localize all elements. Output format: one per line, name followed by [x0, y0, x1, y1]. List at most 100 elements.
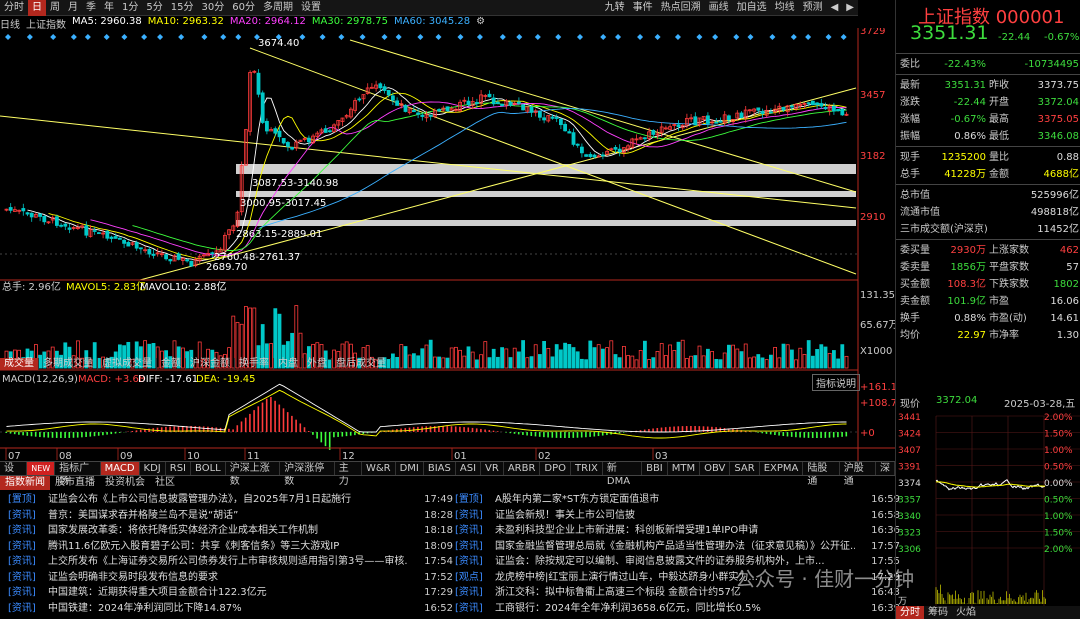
indicator-tab[interactable]: NEW — [27, 462, 56, 475]
subtab-inner[interactable]: 内盘 — [274, 358, 303, 370]
news-item[interactable]: [资讯] 国家金融监督管理总局就《金融机构产品适当性管理办法（征求意见稿）》公开征… — [455, 539, 900, 554]
candle-body — [718, 120, 723, 123]
news-item[interactable]: [资讯] 腾讯11.6亿欧元入股育碧子公司：共享《刺客信条》等三大游戏IP 18:0… — [8, 539, 453, 554]
tab-live[interactable]: 股市直播 — [50, 476, 100, 490]
mini-tab-chips[interactable]: 筹码 — [924, 606, 952, 619]
indicator-tab[interactable]: TRIX — [571, 462, 603, 475]
indicator-tab[interactable]: MACD — [100, 462, 140, 475]
news-title[interactable]: 国家金融监督管理总局就《金融机构产品适当性管理办法（征求意见稿）》公开征... — [495, 539, 855, 554]
forecast-button[interactable]: 预测 — [799, 0, 827, 16]
nine-turn-button[interactable]: 九转 — [601, 0, 629, 16]
news-title[interactable]: 腾讯11.6亿欧元入股育碧子公司：共享《刺客信条》等三大游戏IP — [48, 539, 408, 554]
events-button[interactable]: 事件 — [629, 0, 657, 16]
news-title[interactable]: 工商银行：2024年全年净利润3658.6亿元，同比增长0.5% — [495, 601, 855, 616]
news-item[interactable]: [资讯] 未盈利科技型企业上市新进展：科创板新增受理1单IPO申请 16:36 — [455, 523, 900, 538]
mini-tab-flame[interactable]: 火焰 — [952, 606, 980, 619]
subtab-virtual-volume[interactable]: 虚拟成交量 — [98, 358, 157, 370]
candle-body — [382, 86, 387, 91]
indicator-tab[interactable]: W&R — [362, 462, 396, 475]
indicator-tab[interactable]: BOLL — [191, 462, 226, 475]
subtab-multi-volume[interactable]: 多期成交量 — [39, 358, 98, 370]
indicator-tab[interactable]: RSI — [166, 462, 192, 475]
news-title[interactable]: 普京：美国谋求吞并格陵兰岛不是说“胡话” — [48, 508, 408, 523]
tab-yearly[interactable]: 年 — [100, 0, 118, 16]
indicator-tab[interactable]: DPO — [540, 462, 572, 475]
tab-opportunities[interactable]: 投资机会 — [100, 476, 150, 490]
news-title[interactable]: 证监会新规！事关上市公司信披 — [495, 508, 855, 523]
indicator-tab[interactable]: MTM — [668, 462, 701, 475]
add-watchlist-button[interactable]: 加自选 — [733, 0, 771, 16]
indicator-tab[interactable]: ASI — [456, 462, 482, 475]
indicator-tab[interactable]: KDJ — [140, 462, 166, 475]
ma-settings-icon[interactable]: ⚙ — [476, 16, 485, 28]
indicator-tab[interactable]: 陆股通 — [803, 462, 840, 487]
indicator-tab[interactable]: BIAS — [424, 462, 456, 475]
intraday-mini-chart[interactable]: 3441 2.00% 3424 1.50% 3407 1.00% 3391 0.50% 3374… — [896, 408, 1080, 606]
news-item[interactable]: [资讯] 证监会新规！事关上市公司信披 16:58 — [455, 508, 900, 523]
news-item[interactable]: [资讯] 证监会明确非交易时段发布信息的要求 17:52 — [8, 570, 453, 585]
news-item[interactable]: [置顶] 证监会公布《上市公司信息披露管理办法》，自2025年7月1日起施行 17:… — [8, 492, 453, 507]
indicator-tab[interactable]: 沪股通 — [840, 462, 877, 487]
indicator-tab[interactable]: VR — [481, 462, 504, 475]
news-item[interactable]: [资讯] 中国建筑：近期获得重大项目金额合计122.3亿元 17:29 — [8, 585, 453, 600]
indicator-tab[interactable]: ARBR — [504, 462, 541, 475]
vol-tick-2: 65.67万 — [860, 320, 895, 331]
news-title[interactable]: 中国建筑：近期获得重大项目金额合计122.3亿元 — [48, 585, 408, 600]
news-item[interactable]: [置顶] A股年内第二家*ST东方锁定面值退市 16:59 — [455, 492, 900, 507]
draw-line-button[interactable]: 画线 — [705, 0, 733, 16]
indicator-tab[interactable]: 主力 — [335, 462, 362, 487]
news-title[interactable]: 未盈利科技型企业上市新进展：科创板新增受理1单IPO申请 — [495, 523, 855, 538]
subtab-amount[interactable]: 金额 — [157, 358, 186, 370]
tab-60min[interactable]: 60分 — [228, 0, 259, 16]
news-title[interactable]: 上交所发布《上海证券交易所公司债券发行上市审核规则适用指引第3号——审核... — [48, 554, 408, 569]
tab-index-news[interactable]: 指数新闻 — [0, 476, 50, 490]
ma-button[interactable]: 均线 — [771, 0, 799, 16]
indicator-tab[interactable]: 指标广场 — [55, 462, 101, 487]
subtab-volume[interactable]: 成交量 — [0, 358, 39, 370]
news-title[interactable]: 国家发展改革委：将依托降低实体经济企业成本相关工作机制 — [48, 523, 408, 538]
tab-settings[interactable]: 设置 — [297, 0, 325, 16]
news-item[interactable]: [资讯] 普京：美国谋求吞并格陵兰岛不是说“胡话” 18:28 — [8, 508, 453, 523]
news-item[interactable]: [资讯] 国家发展改革委：将依托降低实体经济企业成本相关工作机制 18:18 — [8, 523, 453, 538]
signal-marker — [157, 34, 164, 40]
tab-15min[interactable]: 15分 — [167, 0, 198, 16]
next-icon[interactable]: ▶ — [842, 0, 858, 16]
prev-icon[interactable]: ◀ — [827, 0, 843, 16]
indicator-tab[interactable]: OBV — [700, 462, 731, 475]
tab-quarterly[interactable]: 季 — [82, 0, 100, 16]
tab-1min[interactable]: 1分 — [118, 0, 142, 16]
indicator-tab[interactable]: 深 — [876, 462, 896, 475]
indicator-explain-button[interactable]: 指标说明 — [812, 374, 860, 391]
tab-weekly[interactable]: 周 — [46, 0, 64, 16]
subtab-hs-amount[interactable]: 沪深金额 — [186, 358, 235, 370]
indicator-tab[interactable]: 沪深上涨数 — [226, 462, 281, 487]
tab-30min[interactable]: 30分 — [197, 0, 228, 16]
indicator-tab[interactable]: 新DMA — [603, 462, 643, 487]
tab-daily[interactable]: 日 — [28, 0, 46, 16]
news-title[interactable]: 证监会明确非交易时段发布信息的要求 — [48, 570, 408, 585]
indicator-tab[interactable]: 沪深涨停数 — [280, 462, 335, 487]
indicator-tab[interactable]: EXPMA — [760, 462, 804, 475]
tab-multi-period[interactable]: 多周期 — [259, 0, 297, 16]
tab-5min[interactable]: 5分 — [142, 0, 166, 16]
tab-intraday[interactable]: 分时 — [0, 0, 28, 16]
news-item[interactable]: [资讯] 中国铁建：2024年净利润同比下降14.87% 16:52 — [8, 601, 453, 616]
hotspot-replay-button[interactable]: 热点回溯 — [657, 0, 705, 16]
subtab-outer[interactable]: 外盘 — [303, 358, 332, 370]
subtab-turnover[interactable]: 换手率 — [235, 358, 274, 370]
tab-community[interactable]: 社区 — [150, 476, 180, 490]
news-item[interactable]: [资讯] 工商银行：2024年全年净利润3658.6亿元，同比增长0.5% 16:3… — [455, 601, 900, 616]
news-item[interactable]: [资讯] 上交所发布《上海证券交易所公司债券发行上市审核规则适用指引第3号——审核… — [8, 554, 453, 569]
news-title[interactable]: A股年内第二家*ST东方锁定面值退市 — [495, 492, 855, 507]
signal-marker — [220, 34, 227, 40]
indicator-tab[interactable]: BBI — [642, 462, 668, 475]
subtab-after-hours[interactable]: 盘后成交量 — [332, 358, 391, 370]
news-title[interactable]: 中国铁建：2024年净利润同比下降14.87% — [48, 601, 408, 616]
indicator-tab[interactable]: 设置 — [0, 462, 28, 487]
kline-chart[interactable]: 3674.40 3087.53-3140.98 3000.95-3017.45 … — [0, 28, 895, 461]
mini-tab-intraday[interactable]: 分时 — [896, 606, 924, 619]
news-title[interactable]: 证监会公布《上市公司信息披露管理办法》，自2025年7月1日起施行 — [48, 492, 408, 507]
tab-monthly[interactable]: 月 — [64, 0, 82, 16]
indicator-tab[interactable]: SAR — [730, 462, 760, 475]
indicator-tab[interactable]: DMI — [396, 462, 424, 475]
